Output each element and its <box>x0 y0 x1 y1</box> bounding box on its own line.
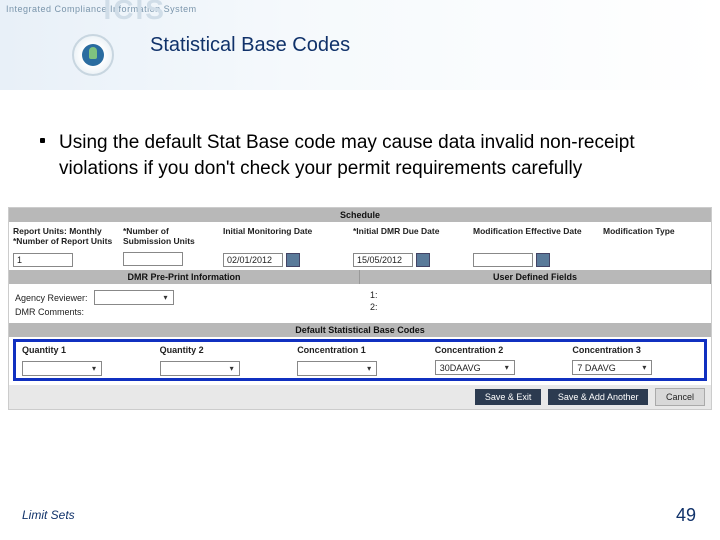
chevron-down-icon: ▾ <box>89 363 99 373</box>
button-row: Save & Exit Save & Add Another Cancel <box>9 385 711 409</box>
initial-dmr-due-date-input[interactable]: 15/05/2012 <box>353 253 413 267</box>
num-submission-units-input[interactable] <box>123 252 183 266</box>
dsbc-c2-select[interactable]: 30DAAVG▾ <box>435 360 515 375</box>
dsbc-col-c3: Concentration 3 <box>566 342 704 358</box>
schedule-band: Schedule <box>9 208 711 222</box>
userdef-1-label: 1: <box>370 290 701 300</box>
calendar-icon[interactable] <box>536 253 550 267</box>
slide-header: Integrated Compliance Information System… <box>0 0 720 90</box>
system-tag: Integrated Compliance Information System <box>6 4 197 14</box>
preprint-band: DMR Pre-Print Information <box>9 270 360 284</box>
num-report-units-input[interactable]: 1 <box>13 253 73 267</box>
save-exit-button[interactable]: Save & Exit <box>475 389 542 405</box>
num-report-units-label: *Number of Report Units <box>13 236 115 246</box>
dsbc-col-q1: Quantity 1 <box>16 342 154 358</box>
userdef-band: User Defined Fields <box>360 270 711 284</box>
page-title: Statistical Base Codes <box>150 34 350 57</box>
chevron-down-icon: ▾ <box>502 363 512 373</box>
bullet-text: Using the default Stat Base code may cau… <box>59 130 680 181</box>
mod-type-label: Modification Type <box>599 222 709 250</box>
agency-reviewer-select[interactable]: ▾ <box>94 290 174 305</box>
initial-monitoring-date-label: Initial Monitoring Date <box>219 222 349 250</box>
mod-eff-date-input[interactable] <box>473 253 533 267</box>
dsbc-col-q2: Quantity 2 <box>154 342 292 358</box>
dsbc-q1-select[interactable]: ▾ <box>22 361 102 376</box>
dsbc-q2-select[interactable]: ▾ <box>160 361 240 376</box>
dsbc-col-c2: Concentration 2 <box>429 342 567 358</box>
dsbc-highlight: Quantity 1 Quantity 2 Concentration 1 Co… <box>13 339 707 381</box>
dsbc-c1-select[interactable]: ▾ <box>297 361 377 376</box>
bullet-icon <box>40 138 45 143</box>
epa-seal-icon <box>72 34 114 76</box>
agency-reviewer-label: Agency Reviewer: <box>15 293 88 303</box>
initial-dmr-due-date-label: *Initial DMR Due Date <box>349 222 469 250</box>
dsbc-c3-select[interactable]: 7 DAAVG▾ <box>572 360 652 375</box>
report-units-label: Report Units: Monthly <box>13 226 115 236</box>
chevron-down-icon: ▾ <box>364 363 374 373</box>
system-abbrev: ICIS <box>104 0 166 26</box>
dsbc-col-c1: Concentration 1 <box>291 342 429 358</box>
bullet-block: Using the default Stat Base code may cau… <box>40 130 680 181</box>
chevron-down-icon: ▾ <box>639 363 649 373</box>
footer-section-label: Limit Sets <box>22 508 75 522</box>
chevron-down-icon: ▾ <box>227 363 237 373</box>
calendar-icon[interactable] <box>286 253 300 267</box>
mod-eff-date-label: Modification Effective Date <box>469 222 599 250</box>
userdef-2-label: 2: <box>370 302 701 312</box>
dmr-comments-label: DMR Comments: <box>15 307 84 317</box>
num-submission-units-label: *Number of Submission Units <box>119 222 219 250</box>
cancel-button[interactable]: Cancel <box>655 388 705 406</box>
chevron-down-icon: ▾ <box>161 293 171 303</box>
dsbc-band: Default Statistical Base Codes <box>9 323 711 337</box>
initial-monitoring-date-input[interactable]: 02/01/2012 <box>223 253 283 267</box>
page-number: 49 <box>676 505 696 526</box>
form-screenshot: Schedule Report Units: Monthly *Number o… <box>8 207 712 410</box>
calendar-icon[interactable] <box>416 253 430 267</box>
save-add-button[interactable]: Save & Add Another <box>548 389 649 405</box>
